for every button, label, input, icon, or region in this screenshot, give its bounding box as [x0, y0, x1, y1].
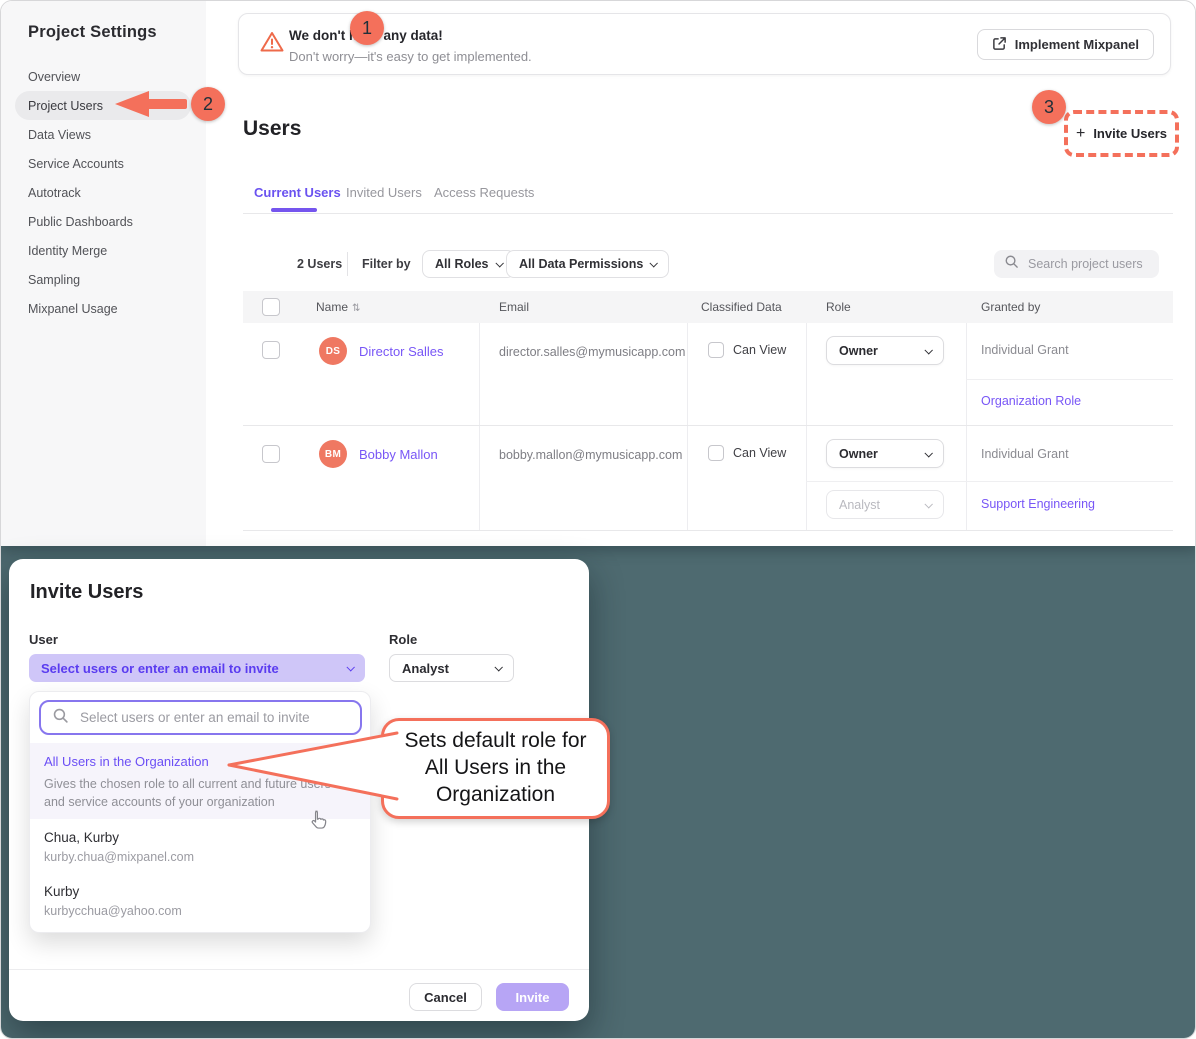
granted-by-value: Individual Grant [981, 343, 1069, 357]
organization-role-link[interactable]: Organization Role [981, 394, 1081, 408]
annotation-step-3: 3 [1032, 90, 1066, 124]
chevron-down-icon [924, 346, 932, 354]
chevron-down-icon [650, 259, 658, 267]
option-kurby[interactable]: Kurby kurbycchua@yahoo.com [44, 884, 182, 918]
filter-by-label: Filter by [362, 257, 411, 271]
screenshot-canvas: Project Settings Overview Project Users … [0, 0, 1196, 1039]
sidebar-item-identity-merge[interactable]: Identity Merge [15, 236, 195, 265]
sidebar-item-sampling[interactable]: Sampling [15, 265, 195, 294]
search-icon [1004, 254, 1019, 274]
hand-cursor-icon [307, 809, 329, 833]
column-header-classified-data: Classified Data [701, 300, 782, 314]
sidebar-item-autotrack[interactable]: Autotrack [15, 178, 195, 207]
tab-current-users[interactable]: Current Users [254, 185, 341, 200]
user-email: bobby.mallon@mymusicapp.com [499, 448, 682, 462]
implement-mixpanel-button[interactable]: Implement Mixpanel [977, 29, 1154, 60]
column-header-role: Role [826, 300, 851, 314]
sidebar-title: Project Settings [28, 23, 157, 42]
annotation-arrow-left [113, 89, 191, 119]
modal-title: Invite Users [30, 581, 143, 604]
support-engineering-link[interactable]: Support Engineering [981, 497, 1095, 511]
plus-icon: + [1076, 126, 1085, 142]
invite-users-button[interactable]: Invite Users [1093, 126, 1167, 141]
settings-sidebar: Project Settings Overview Project Users … [1, 1, 206, 546]
external-link-icon [992, 36, 1007, 54]
chevron-down-icon [346, 663, 354, 671]
annotation-step-2: 2 [191, 87, 225, 121]
role-label: Role [389, 632, 417, 647]
grant-divider [806, 481, 1173, 482]
chevron-down-icon [495, 259, 503, 267]
avatar: DS [319, 337, 347, 365]
user-email: director.salles@mymusicapp.com [499, 345, 685, 359]
invite-users-annotation-box: + Invite Users [1064, 110, 1179, 157]
user-label: User [29, 632, 58, 647]
user-count: 2 Users [297, 257, 342, 271]
chevron-down-icon [924, 449, 932, 457]
warning-icon [260, 31, 284, 58]
sort-icon: ⇅ [352, 303, 360, 314]
row-checkbox[interactable] [262, 341, 280, 364]
sidebar-item-overview[interactable]: Overview [15, 62, 195, 91]
annotation-step-1: 1 [350, 11, 384, 45]
modal-footer-divider [9, 969, 589, 970]
permissions-filter-dropdown[interactable]: All Data Permissions [506, 250, 669, 278]
banner-subtitle: Don't worry—it's easy to get implemented… [289, 49, 532, 64]
role-select[interactable]: Owner [826, 336, 944, 365]
active-tab-underline [271, 208, 317, 212]
roles-filter-dropdown[interactable]: All Roles [422, 250, 515, 278]
chevron-down-icon [494, 663, 502, 671]
tab-access-requests[interactable]: Access Requests [434, 185, 534, 200]
can-view-checkbox[interactable]: Can View [708, 445, 786, 461]
chevron-down-icon [924, 500, 932, 508]
sidebar-item-data-views[interactable]: Data Views [15, 120, 195, 149]
table-row-bobby-mallon: BM Bobby Mallon bobby.mallon@mymusicapp.… [243, 426, 1173, 531]
column-header-name[interactable]: Name⇅ [316, 300, 360, 314]
callout-bubble: Sets default role for All Users in the O… [381, 718, 610, 819]
can-view-checkbox[interactable]: Can View [708, 342, 786, 358]
sidebar-item-public-dashboards[interactable]: Public Dashboards [15, 207, 195, 236]
granted-by-value: Individual Grant [981, 447, 1069, 461]
sidebar-item-service-accounts[interactable]: Service Accounts [15, 149, 195, 178]
user-select-dropdown[interactable]: Select users or enter an email to invite [29, 654, 365, 682]
users-table: Name⇅ Email Classified Data Role Granted… [243, 291, 1173, 531]
search-project-users[interactable] [994, 250, 1159, 278]
column-header-email: Email [499, 300, 529, 314]
user-search-box[interactable] [39, 700, 362, 735]
toolbar-separator [347, 252, 348, 276]
user-name-link[interactable]: Director Salles [359, 344, 444, 359]
sidebar-item-mixpanel-usage[interactable]: Mixpanel Usage [15, 294, 195, 323]
table-row-director-salles: DS Director Salles director.salles@mymus… [243, 323, 1173, 426]
cancel-button[interactable]: Cancel [409, 983, 482, 1011]
grant-divider [966, 379, 1173, 380]
avatar: BM [319, 440, 347, 468]
user-search-input[interactable] [78, 709, 348, 726]
role-select-disabled: Analyst [826, 490, 944, 519]
search-icon [52, 707, 69, 729]
page-title: Users [243, 117, 301, 141]
column-header-granted-by: Granted by [981, 300, 1040, 314]
search-input[interactable] [1026, 256, 1146, 272]
user-name-link[interactable]: Bobby Mallon [359, 447, 438, 462]
tab-divider [243, 213, 1173, 214]
table-header-row: Name⇅ Email Classified Data Role Granted… [243, 291, 1173, 323]
option-all-users-in-organization[interactable]: All Users in the Organization Gives the … [30, 743, 370, 819]
option-chua-kurby[interactable]: Chua, Kurby kurby.chua@mixpanel.com [44, 830, 194, 864]
role-select-dropdown[interactable]: Analyst [389, 654, 514, 682]
invite-button[interactable]: Invite [496, 983, 569, 1011]
tab-invited-users[interactable]: Invited Users [346, 185, 422, 200]
select-all-checkbox[interactable] [262, 298, 280, 321]
project-settings-page: Project Settings Overview Project Users … [1, 1, 1196, 546]
role-select[interactable]: Owner [826, 439, 944, 468]
row-checkbox[interactable] [262, 445, 280, 468]
